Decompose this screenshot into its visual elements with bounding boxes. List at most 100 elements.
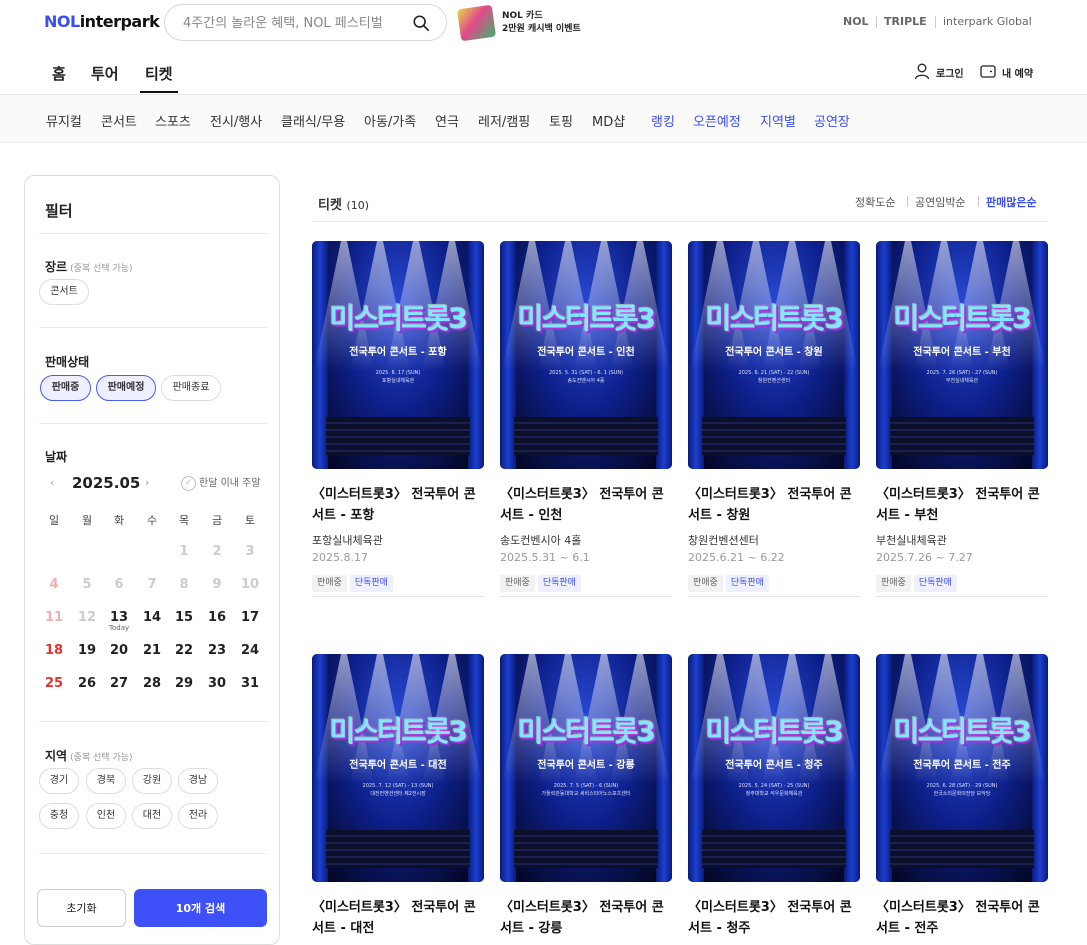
wallet-icon[interactable] bbox=[980, 64, 996, 79]
ticket-poster[interactable]: 미스터트롯3 전국투어 콘서트 - 인천 2025. 5. 31 (SAT) -… bbox=[500, 241, 672, 469]
weekend-toggle[interactable]: ✓ 한달 이내 주말 bbox=[181, 474, 261, 491]
category-play[interactable]: 연극 bbox=[435, 111, 459, 130]
ticket-card[interactable]: 미스터트롯3 전국투어 콘서트 - 인천 2025. 5. 31 (SAT) -… bbox=[500, 241, 672, 597]
promo-banner[interactable]: NOL 카드 2만원 캐시백 이벤트 bbox=[502, 10, 581, 36]
calendar-day[interactable]: 25 bbox=[39, 676, 69, 691]
calendar-day[interactable]: 31 bbox=[235, 676, 265, 691]
calendar-day[interactable]: 24 bbox=[235, 643, 265, 658]
user-icon[interactable] bbox=[914, 63, 930, 80]
calendar-day[interactable]: 22 bbox=[169, 643, 199, 658]
calendar-day[interactable]: 13 Today bbox=[104, 610, 134, 632]
calendar-day[interactable]: 27 bbox=[104, 676, 134, 691]
calendar-day[interactable]: 26 bbox=[72, 676, 102, 691]
poster-title: 미스터트롯3 bbox=[893, 715, 1032, 748]
next-month-button[interactable]: › bbox=[145, 476, 149, 489]
category-concert[interactable]: 콘서트 bbox=[101, 111, 137, 130]
calendar-day[interactable]: 16 bbox=[202, 610, 232, 625]
nol-interpark-logo[interactable]: NOLinterpark bbox=[44, 12, 160, 31]
sort-imminent[interactable]: 공연임박순 bbox=[915, 194, 966, 210]
tab-ticket[interactable]: 티켓 bbox=[140, 63, 178, 93]
region-chip-chungcheong[interactable]: 충청 bbox=[39, 803, 79, 829]
calendar-day[interactable]: 21 bbox=[137, 643, 167, 658]
ticket-poster[interactable]: 미스터트롯3 전국투어 콘서트 - 부천 2025. 7. 26 (SAT) -… bbox=[876, 241, 1048, 469]
calendar-day[interactable]: 17 bbox=[235, 610, 265, 625]
partner-nol-link[interactable]: NOL bbox=[843, 15, 869, 28]
ticket-poster[interactable]: 미스터트롯3 전국투어 콘서트 - 창원 2025. 6. 21 (SAT) -… bbox=[688, 241, 860, 469]
calendar-day[interactable]: 18 bbox=[39, 643, 69, 658]
search-icon[interactable] bbox=[412, 14, 430, 32]
calendar-day[interactable]: 15 bbox=[169, 610, 199, 625]
poster-stage bbox=[702, 417, 846, 455]
ticket-card[interactable]: 미스터트롯3 전국투어 콘서트 - 대전 2025. 7. 12 (SAT) -… bbox=[312, 654, 484, 939]
tab-tour[interactable]: 투어 bbox=[91, 63, 119, 84]
ticket-title[interactable]: 〈미스터트롯3〉 전국투어 콘서트 - 인천 bbox=[500, 484, 672, 526]
calendar-day[interactable]: 28 bbox=[137, 676, 167, 691]
calendar-day[interactable]: 23 bbox=[202, 643, 232, 658]
divider bbox=[312, 596, 484, 597]
ticket-card[interactable]: 미스터트롯3 전국투어 콘서트 - 포항 2025. 8. 17 (SUN) 포항… bbox=[312, 241, 484, 597]
ticket-title[interactable]: 〈미스터트롯3〉 전국투어 콘서트 - 강릉 bbox=[500, 897, 672, 939]
region-chip-daejeon[interactable]: 대전 bbox=[132, 803, 172, 829]
region-chip-incheon[interactable]: 인천 bbox=[86, 803, 126, 829]
weekday-sun: 일 bbox=[48, 514, 60, 527]
status-chip-ended[interactable]: 판매종료 bbox=[161, 375, 221, 401]
ticket-title[interactable]: 〈미스터트롯3〉 전국투어 콘서트 - 대전 bbox=[312, 897, 484, 939]
category-musical[interactable]: 뮤지컬 bbox=[46, 111, 82, 130]
sort-accuracy[interactable]: 정확도순 bbox=[855, 194, 895, 210]
tab-home[interactable]: 홈 bbox=[52, 63, 66, 84]
ticket-poster[interactable]: 미스터트롯3 전국투어 콘서트 - 대전 2025. 7. 12 (SAT) -… bbox=[312, 654, 484, 882]
category-kids[interactable]: 아동/가족 bbox=[364, 111, 416, 130]
category-open-soon[interactable]: 오픈예정 bbox=[693, 111, 741, 130]
category-exhibition[interactable]: 전시/행사 bbox=[210, 111, 262, 130]
partner-global-link[interactable]: interpark Global bbox=[943, 15, 1032, 28]
login-link[interactable]: 로그인 bbox=[936, 65, 964, 80]
region-chip-gyeongbuk[interactable]: 경북 bbox=[86, 768, 126, 794]
status-chip-upcoming[interactable]: 판매예정 bbox=[96, 375, 156, 401]
search-input[interactable] bbox=[183, 13, 403, 33]
calendar-day[interactable]: 20 bbox=[104, 643, 134, 658]
region-chip-gangwon[interactable]: 강원 bbox=[132, 768, 172, 794]
ticket-poster[interactable]: 미스터트롯3 전국투어 콘서트 - 강릉 2025. 7. 5 (SAT) - … bbox=[500, 654, 672, 882]
my-booking-link[interactable]: 내 예약 bbox=[1002, 65, 1033, 80]
ticket-card[interactable]: 미스터트롯3 전국투어 콘서트 - 창원 2025. 6. 21 (SAT) -… bbox=[688, 241, 860, 597]
region-chip-gyeongnam[interactable]: 경남 bbox=[178, 768, 218, 794]
search-results-button[interactable]: 10개 검색 bbox=[134, 889, 267, 927]
ticket-title[interactable]: 〈미스터트롯3〉 전국투어 콘서트 - 전주 bbox=[876, 897, 1048, 939]
ticket-card[interactable]: 미스터트롯3 전국투어 콘서트 - 청주 2025. 5. 24 (SAT) -… bbox=[688, 654, 860, 939]
ticket-poster[interactable]: 미스터트롯3 전국투어 콘서트 - 전주 2025. 6. 28 (SAT) -… bbox=[876, 654, 1048, 882]
calendar-month: 2025.05 bbox=[72, 474, 141, 492]
reset-button[interactable]: 초기화 bbox=[37, 889, 126, 927]
ticket-card[interactable]: 미스터트롯3 전국투어 콘서트 - 전주 2025. 6. 28 (SAT) -… bbox=[876, 654, 1048, 939]
calendar-day[interactable]: 29 bbox=[169, 676, 199, 691]
divider bbox=[978, 196, 979, 207]
ticket-title[interactable]: 〈미스터트롯3〉 전국투어 콘서트 - 포항 bbox=[312, 484, 484, 526]
prev-month-button[interactable]: ‹ bbox=[50, 476, 54, 489]
ticket-poster[interactable]: 미스터트롯3 전국투어 콘서트 - 포항 2025. 8. 17 (SUN) 포항… bbox=[312, 241, 484, 469]
category-leisure[interactable]: 레저/캠핑 bbox=[478, 111, 530, 130]
partner-triple-link[interactable]: TRIPLE bbox=[884, 15, 927, 28]
region-chip-jeolla[interactable]: 전라 bbox=[178, 803, 218, 829]
calendar-day[interactable]: 19 bbox=[72, 643, 102, 658]
ticket-poster[interactable]: 미스터트롯3 전국투어 콘서트 - 청주 2025. 5. 24 (SAT) -… bbox=[688, 654, 860, 882]
category-ranking[interactable]: 랭킹 bbox=[651, 111, 675, 130]
ticket-title[interactable]: 〈미스터트롯3〉 전국투어 콘서트 - 창원 bbox=[688, 484, 860, 526]
calendar-day[interactable]: 30 bbox=[202, 676, 232, 691]
ticket-title[interactable]: 〈미스터트롯3〉 전국투어 콘서트 - 청주 bbox=[688, 897, 860, 939]
category-by-region[interactable]: 지역별 bbox=[760, 111, 796, 130]
status-badge: 판매중 bbox=[688, 575, 723, 592]
sort-best-selling[interactable]: 판매많은순 bbox=[986, 194, 1037, 210]
category-sports[interactable]: 스포츠 bbox=[155, 111, 191, 130]
category-classic[interactable]: 클래식/무용 bbox=[281, 111, 345, 130]
status-chip-on-sale[interactable]: 판매중 bbox=[40, 375, 91, 401]
genre-chip-concert[interactable]: 콘서트 bbox=[39, 279, 89, 305]
category-md-shop[interactable]: MD샵 bbox=[592, 111, 625, 130]
promo-card-image[interactable] bbox=[456, 4, 497, 42]
ticket-card[interactable]: 미스터트롯3 전국투어 콘서트 - 강릉 2025. 7. 5 (SAT) - … bbox=[500, 654, 672, 939]
category-venue[interactable]: 공연장 bbox=[814, 111, 850, 130]
ticket-card[interactable]: 미스터트롯3 전국투어 콘서트 - 부천 2025. 7. 26 (SAT) -… bbox=[876, 241, 1048, 597]
ticket-title[interactable]: 〈미스터트롯3〉 전국투어 콘서트 - 부천 bbox=[876, 484, 1048, 526]
region-chip-gyeonggi[interactable]: 경기 bbox=[39, 768, 79, 794]
calendar-day[interactable]: 14 bbox=[137, 610, 167, 625]
poster-subtitle: 전국투어 콘서트 - 강릉 bbox=[537, 760, 635, 771]
category-topping[interactable]: 토핑 bbox=[549, 111, 573, 130]
